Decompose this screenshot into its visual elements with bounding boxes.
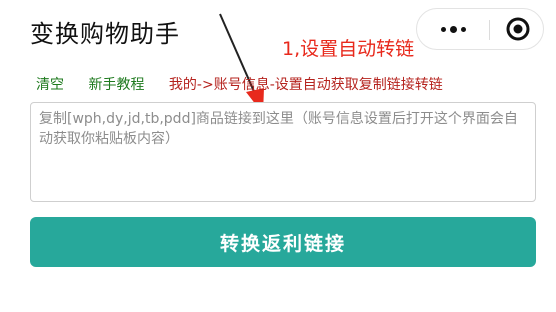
convert-button[interactable]: 转换返利链接: [30, 217, 536, 267]
mini-program-capsule: [416, 8, 544, 50]
action-links: 清空 新手教程 我的->账号信息-设置自动获取复制链接转链: [36, 74, 463, 94]
settings-path-link[interactable]: 我的->账号信息-设置自动获取复制链接转链: [169, 74, 443, 94]
link-input[interactable]: [30, 102, 536, 202]
app-title: 变换购物助手: [30, 20, 180, 48]
clear-link[interactable]: 清空: [36, 74, 64, 94]
more-dots-icon[interactable]: [427, 9, 479, 49]
tutorial-link[interactable]: 新手教程: [88, 74, 144, 94]
capsule-divider: [489, 20, 490, 40]
target-circle-icon[interactable]: [497, 9, 539, 49]
annotation-text: 1,设置自动转链: [282, 38, 415, 60]
